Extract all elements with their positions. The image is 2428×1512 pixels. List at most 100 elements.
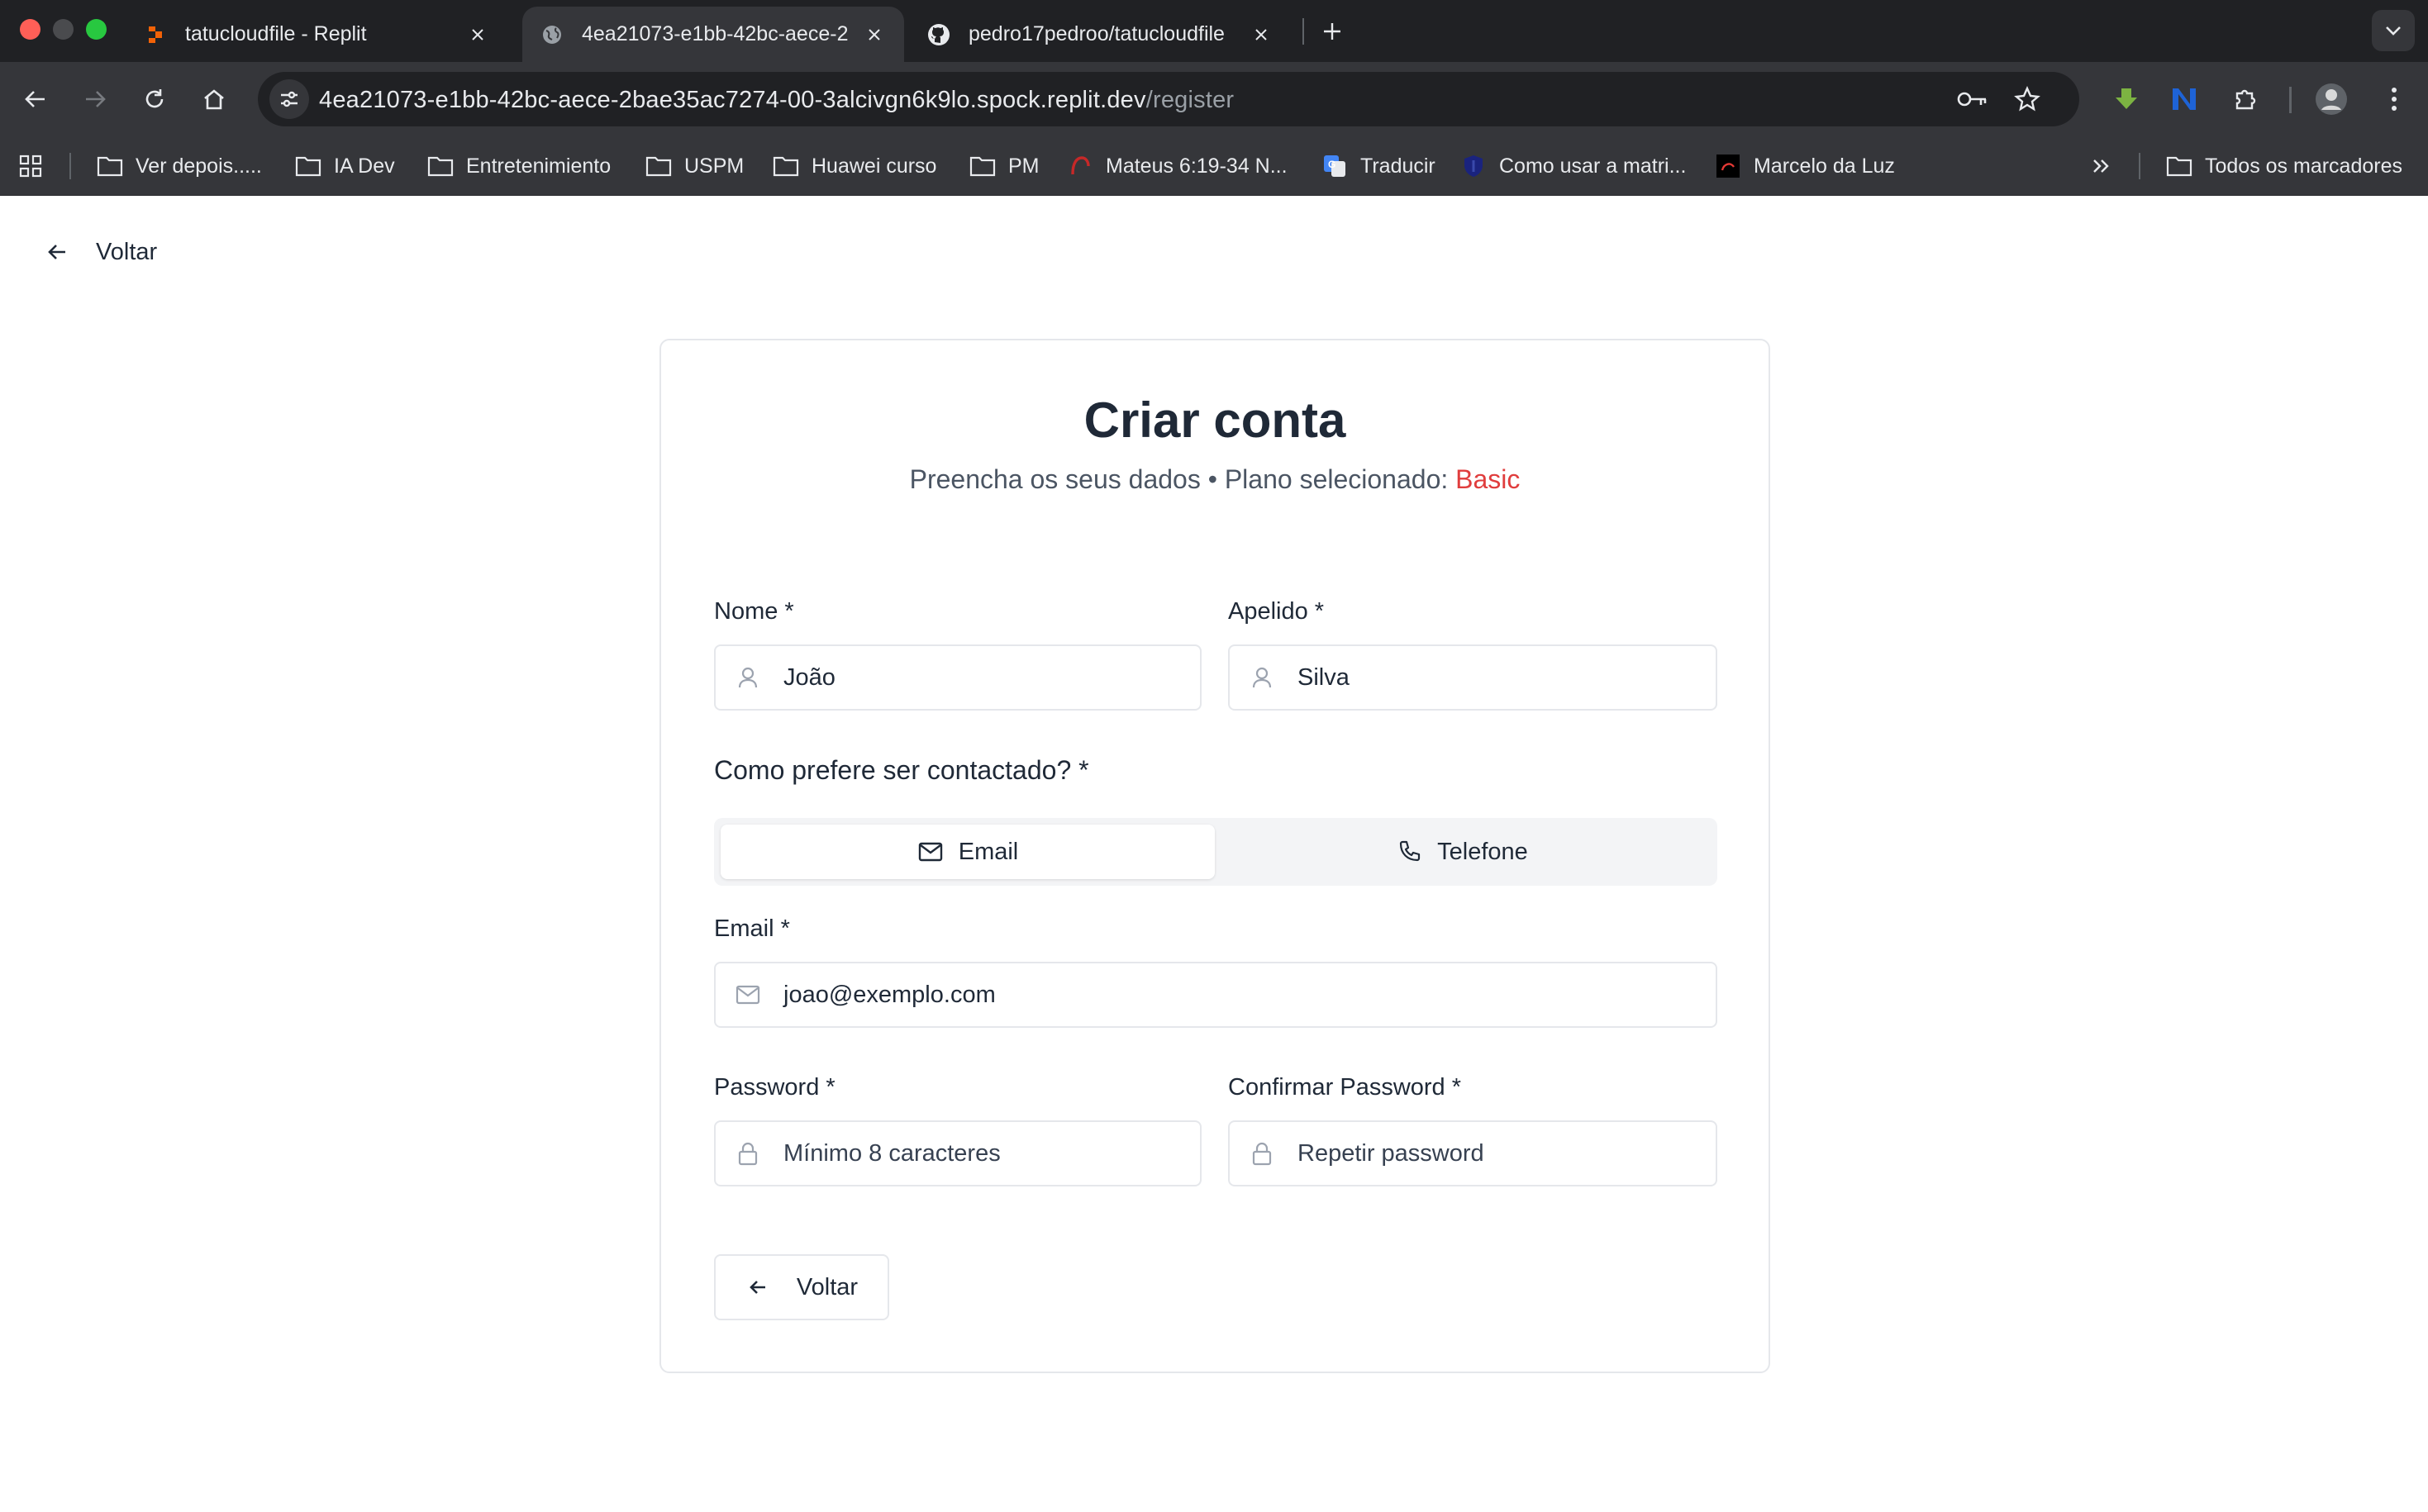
- download-extension-icon[interactable]: [2106, 78, 2147, 120]
- arrow-left-icon: [25, 91, 45, 107]
- profile-avatar[interactable]: [2311, 78, 2352, 120]
- last-name-label: Apelido *: [1228, 598, 1325, 625]
- folder-icon: [2165, 154, 2193, 178]
- first-name-value: João: [783, 663, 836, 691]
- google-translate-icon: G: [1321, 154, 1349, 178]
- star-icon[interactable]: [2010, 82, 2045, 116]
- browser-toolbar: 4ea21073-e1bb-42bc-aece-2bae35ac7274-00-…: [0, 62, 2428, 136]
- folder-icon: [426, 154, 455, 178]
- contact-preference-label: Como prefere ser contactado? *: [714, 755, 1089, 785]
- bookmark-folder[interactable]: Ver depois.....: [96, 150, 262, 183]
- last-name-field[interactable]: Silva: [1228, 644, 1717, 711]
- all-bookmarks-folder[interactable]: Todos os marcadores: [2165, 150, 2402, 183]
- bookmark-label: Entretenimiento: [466, 154, 612, 178]
- chevron-down-icon: [2386, 26, 2401, 36]
- tab-title: pedro17pedroo/tatucloudfile: [969, 22, 1225, 45]
- bookmark-folder[interactable]: Entretenimiento: [426, 150, 611, 183]
- email-label: Email *: [714, 915, 790, 942]
- password-label: Password *: [714, 1074, 836, 1101]
- arrow-left-icon: [43, 238, 71, 266]
- tune-icon: [281, 91, 298, 107]
- page-subtitle: Preencha os seus dados • Plano seleciona…: [661, 464, 1769, 495]
- window-close-button[interactable]: [20, 19, 40, 40]
- password-placeholder: Mínimo 8 caracteres: [783, 1139, 1001, 1167]
- close-icon[interactable]: [1250, 23, 1273, 46]
- more-vert-icon: [2392, 88, 2397, 111]
- shield-icon: [1459, 154, 1488, 178]
- bookmark-label: Traducir: [1360, 154, 1435, 178]
- confirm-password-label: Confirmar Password *: [1228, 1074, 1462, 1101]
- browser-tab-register[interactable]: 4ea21073-e1bb-42bc-aece-2: [522, 7, 904, 62]
- url-text[interactable]: 4ea21073-e1bb-42bc-aece-2bae35ac7274-00-…: [319, 87, 1234, 114]
- folder-icon: [772, 154, 800, 178]
- bookmark-label: Marcelo da Luz: [1754, 154, 1895, 178]
- close-icon[interactable]: [466, 23, 489, 46]
- github-icon: [927, 23, 950, 46]
- email-field[interactable]: joao@exemplo.com: [714, 962, 1717, 1028]
- url-host: 4ea21073-e1bb-42bc-aece-2bae35ac7274-00-…: [319, 87, 1146, 113]
- email-value: joao@exemplo.com: [783, 981, 996, 1008]
- more-bookmarks-button[interactable]: [2088, 150, 2127, 183]
- contact-option-email[interactable]: Email: [721, 825, 1215, 879]
- bookmarks-divider: [69, 153, 71, 179]
- home-icon: [204, 89, 224, 110]
- browser-tab-replit[interactable]: tatucloudfile - Replit: [126, 7, 507, 62]
- reload-button[interactable]: [134, 78, 175, 120]
- n-extension-icon[interactable]: [2164, 78, 2205, 120]
- folder-icon: [294, 154, 322, 178]
- bookmark-link[interactable]: Marcelo da Luz: [1714, 150, 1895, 183]
- back-button[interactable]: Voltar: [714, 1254, 889, 1320]
- window-maximize-button[interactable]: [86, 19, 107, 40]
- confirm-password-field[interactable]: Repetir password: [1228, 1120, 1717, 1186]
- lock-icon: [1250, 1141, 1274, 1166]
- home-button[interactable]: [193, 78, 235, 120]
- first-name-label: Nome *: [714, 598, 794, 625]
- tab-search-button[interactable]: [2372, 10, 2415, 51]
- contact-option-phone[interactable]: Telefone: [1215, 825, 1709, 879]
- bookmark-label: USPM: [684, 154, 745, 178]
- folder-icon: [969, 154, 997, 178]
- site-info-button[interactable]: [269, 79, 309, 119]
- back-link-label: Voltar: [96, 238, 158, 265]
- bookmark-link[interactable]: Mateus 6:19-34 N...: [1066, 150, 1288, 183]
- close-icon[interactable]: [863, 23, 886, 46]
- svg-text:G: G: [1328, 159, 1335, 170]
- contact-preference-toggle: Email Telefone: [714, 818, 1717, 886]
- password-key-icon[interactable]: [1955, 82, 1990, 116]
- mail-icon: [736, 982, 760, 1007]
- bookmarks-divider: [2139, 153, 2140, 179]
- bookmark-label: Todos os marcadores: [2205, 154, 2403, 178]
- folder-icon: [96, 154, 124, 178]
- user-icon: [1250, 665, 1274, 690]
- bookmark-label: Como usar a matri...: [1499, 154, 1687, 178]
- back-nav-button[interactable]: [15, 78, 56, 120]
- bookmark-folder[interactable]: PM: [969, 150, 1040, 183]
- subtitle-text: Preencha os seus dados • Plano seleciona…: [909, 464, 1456, 494]
- window-minimize-button[interactable]: [53, 19, 74, 40]
- forward-nav-button[interactable]: [74, 78, 116, 120]
- bookmark-link[interactable]: G Traducir: [1321, 150, 1435, 183]
- back-button-label: Voltar: [796, 1273, 859, 1300]
- selected-plan: Basic: [1455, 464, 1521, 494]
- bookmark-folder[interactable]: Huawei curso: [772, 150, 936, 183]
- browser-tab-github[interactable]: pedro17pedroo/tatucloudfile: [909, 7, 1291, 62]
- address-bar[interactable]: 4ea21073-e1bb-42bc-aece-2bae35ac7274-00-…: [258, 72, 2079, 126]
- phone-icon: [1396, 839, 1422, 865]
- browser-menu-button[interactable]: [2373, 78, 2415, 120]
- new-tab-button[interactable]: [1316, 15, 1349, 48]
- bookmark-label: Mateus 6:19-34 N...: [1106, 154, 1288, 178]
- back-link[interactable]: Voltar: [43, 233, 157, 271]
- password-field[interactable]: Mínimo 8 caracteres: [714, 1120, 1202, 1186]
- arrow-left-icon: [745, 1275, 770, 1300]
- bookmarks-bar: Ver depois..... IA Dev Entretenimiento U…: [0, 136, 2428, 196]
- tab-title: tatucloudfile - Replit: [185, 22, 367, 45]
- apps-button[interactable]: [17, 150, 56, 183]
- extensions-puzzle-icon[interactable]: [2225, 78, 2266, 120]
- bookmark-folder[interactable]: IA Dev: [294, 150, 395, 183]
- first-name-field[interactable]: João: [714, 644, 1202, 711]
- url-path: /register: [1145, 87, 1235, 113]
- bookmark-folder[interactable]: USPM: [645, 150, 744, 183]
- arrow-right-icon: [86, 91, 106, 107]
- bookmark-label: PM: [1008, 154, 1040, 178]
- bookmark-link[interactable]: Como usar a matri...: [1459, 150, 1686, 183]
